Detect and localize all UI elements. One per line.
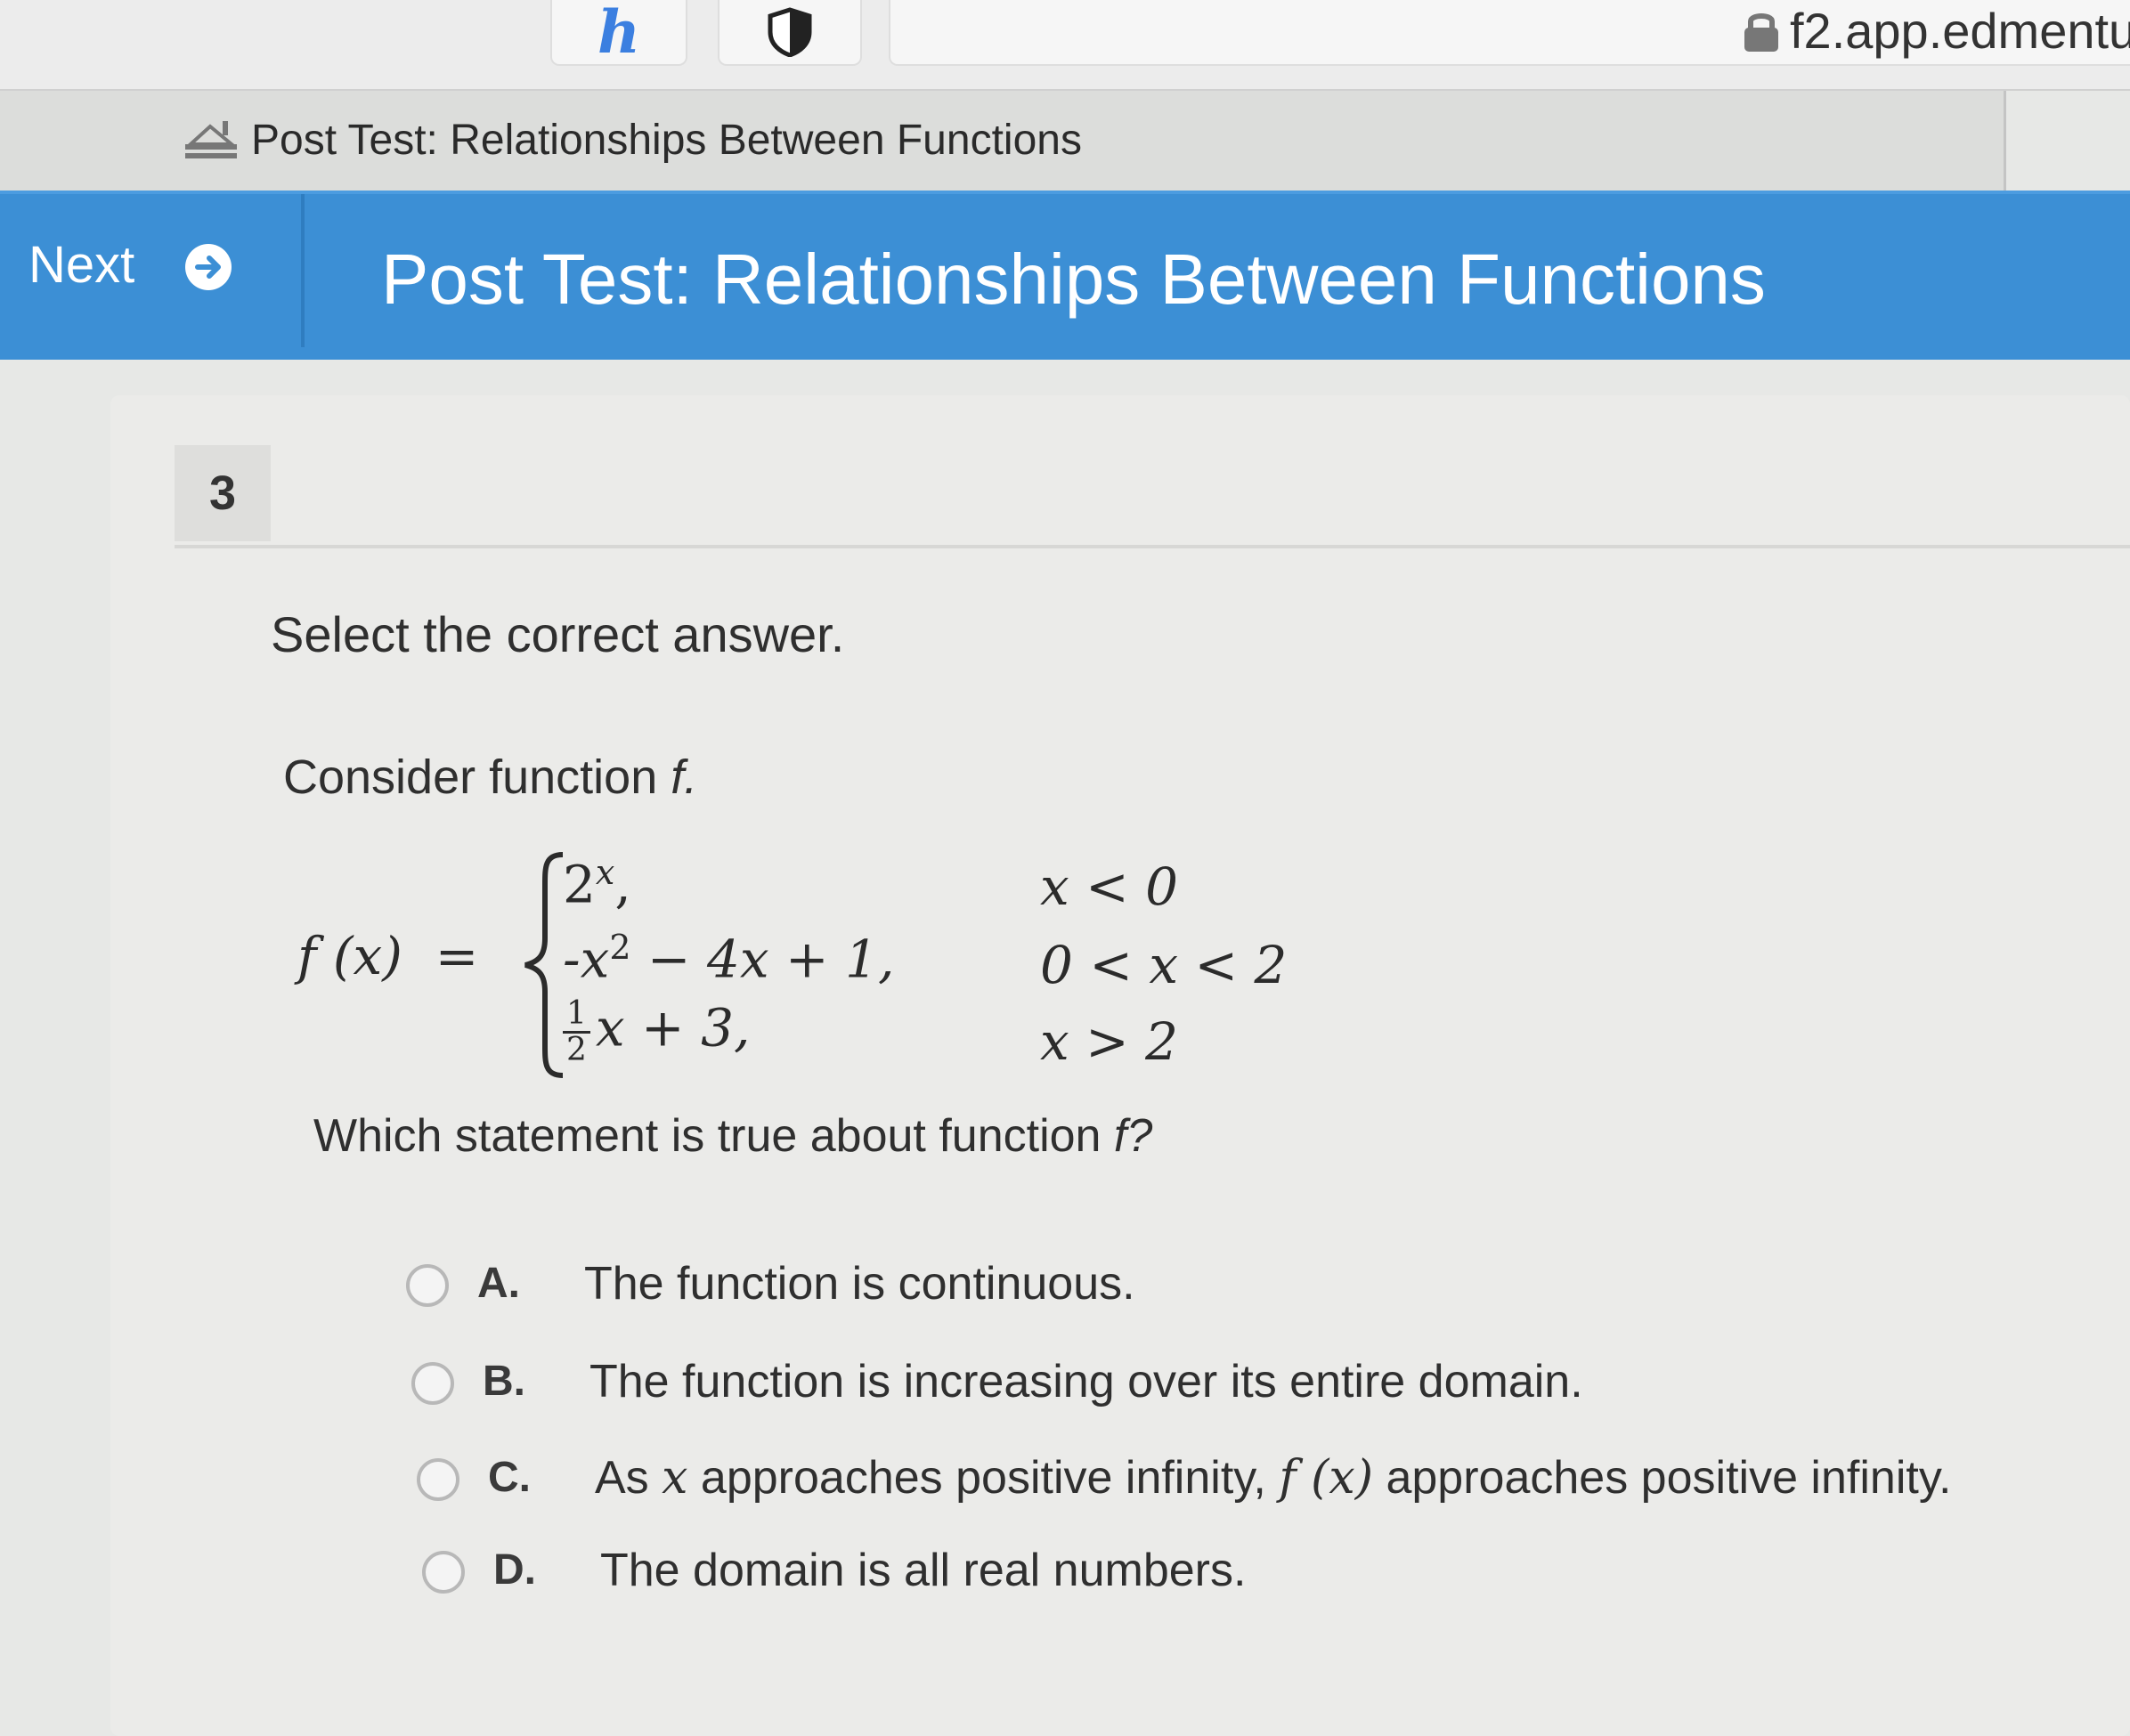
question-prompt: Which statement is true about function f… — [313, 1109, 1152, 1163]
arrow-right-circle-icon — [185, 244, 232, 290]
radio-button-a[interactable] — [406, 1264, 449, 1307]
address-bar[interactable]: f2.app.edmentu — [889, 0, 2130, 66]
option-text: As x approaches positive infinity, f (x)… — [595, 1451, 1952, 1505]
h-logo-icon: h — [598, 0, 640, 67]
prompt-variable: f? — [1113, 1110, 1153, 1162]
edmentum-logo-icon — [185, 121, 237, 158]
option-letter: B. — [483, 1358, 525, 1405]
radio-button-b[interactable] — [411, 1362, 454, 1405]
pinned-tab-shield[interactable] — [718, 0, 862, 66]
option-text: The domain is all real numbers. — [600, 1545, 1247, 1596]
case-3-condition: x > 2 — [1040, 1011, 1179, 1072]
piecewise-function: f (x) = 2x, x < 0 -x2 − 4x + 1, 0 < x < … — [294, 837, 1362, 1086]
case-1-condition: x < 0 — [1040, 856, 1179, 917]
case-3-expression: 12x + 3, — [563, 997, 750, 1067]
question-intro: Consider function f. — [283, 750, 697, 805]
browser-tabstrip: h f2.app.edmentu — [0, 0, 2130, 91]
window-title: Post Test: Relationships Between Functio… — [251, 117, 1082, 164]
question-number-badge: 3 — [175, 445, 271, 541]
question-divider — [175, 545, 2130, 548]
prompt-text: Which statement is true about function — [313, 1110, 1102, 1162]
url-text: f2.app.edmentu — [1790, 3, 2130, 59]
shield-icon — [768, 7, 812, 57]
case-1-expression: 2x, — [563, 853, 631, 915]
fraction-one-half: 12 — [563, 997, 590, 1067]
option-text: The function is continuous. — [584, 1258, 1135, 1310]
radio-button-d[interactable] — [422, 1551, 465, 1594]
case-2-condition: 0 < x < 2 — [1040, 935, 1288, 995]
next-label: Next — [28, 236, 135, 294]
case-2-expression: -x2 − 4x + 1, — [563, 928, 895, 990]
intro-variable: f. — [671, 750, 698, 804]
lock-icon — [1744, 13, 1778, 52]
pinned-tab-h[interactable]: h — [550, 0, 687, 67]
option-letter: A. — [477, 1260, 520, 1307]
function-name: f (x) — [297, 926, 402, 986]
option-letter: D. — [493, 1546, 536, 1594]
question-instruction: Select the correct answer. — [271, 606, 845, 662]
option-letter: C. — [488, 1454, 531, 1501]
function-lhs: f (x) = — [297, 926, 478, 986]
question-number: 3 — [208, 466, 237, 520]
option-text: The function is increasing over its enti… — [589, 1356, 1583, 1407]
next-button[interactable]: Next — [0, 194, 305, 347]
test-header: Next Post Test: Relationships Between Fu… — [0, 191, 2130, 360]
window-titlebar: Post Test: Relationships Between Functio… — [0, 91, 2006, 196]
page-title: Post Test: Relationships Between Functio… — [381, 239, 1766, 319]
intro-text: Consider function — [283, 750, 658, 804]
radio-button-c[interactable] — [417, 1458, 459, 1501]
equals-sign: = — [435, 926, 479, 986]
